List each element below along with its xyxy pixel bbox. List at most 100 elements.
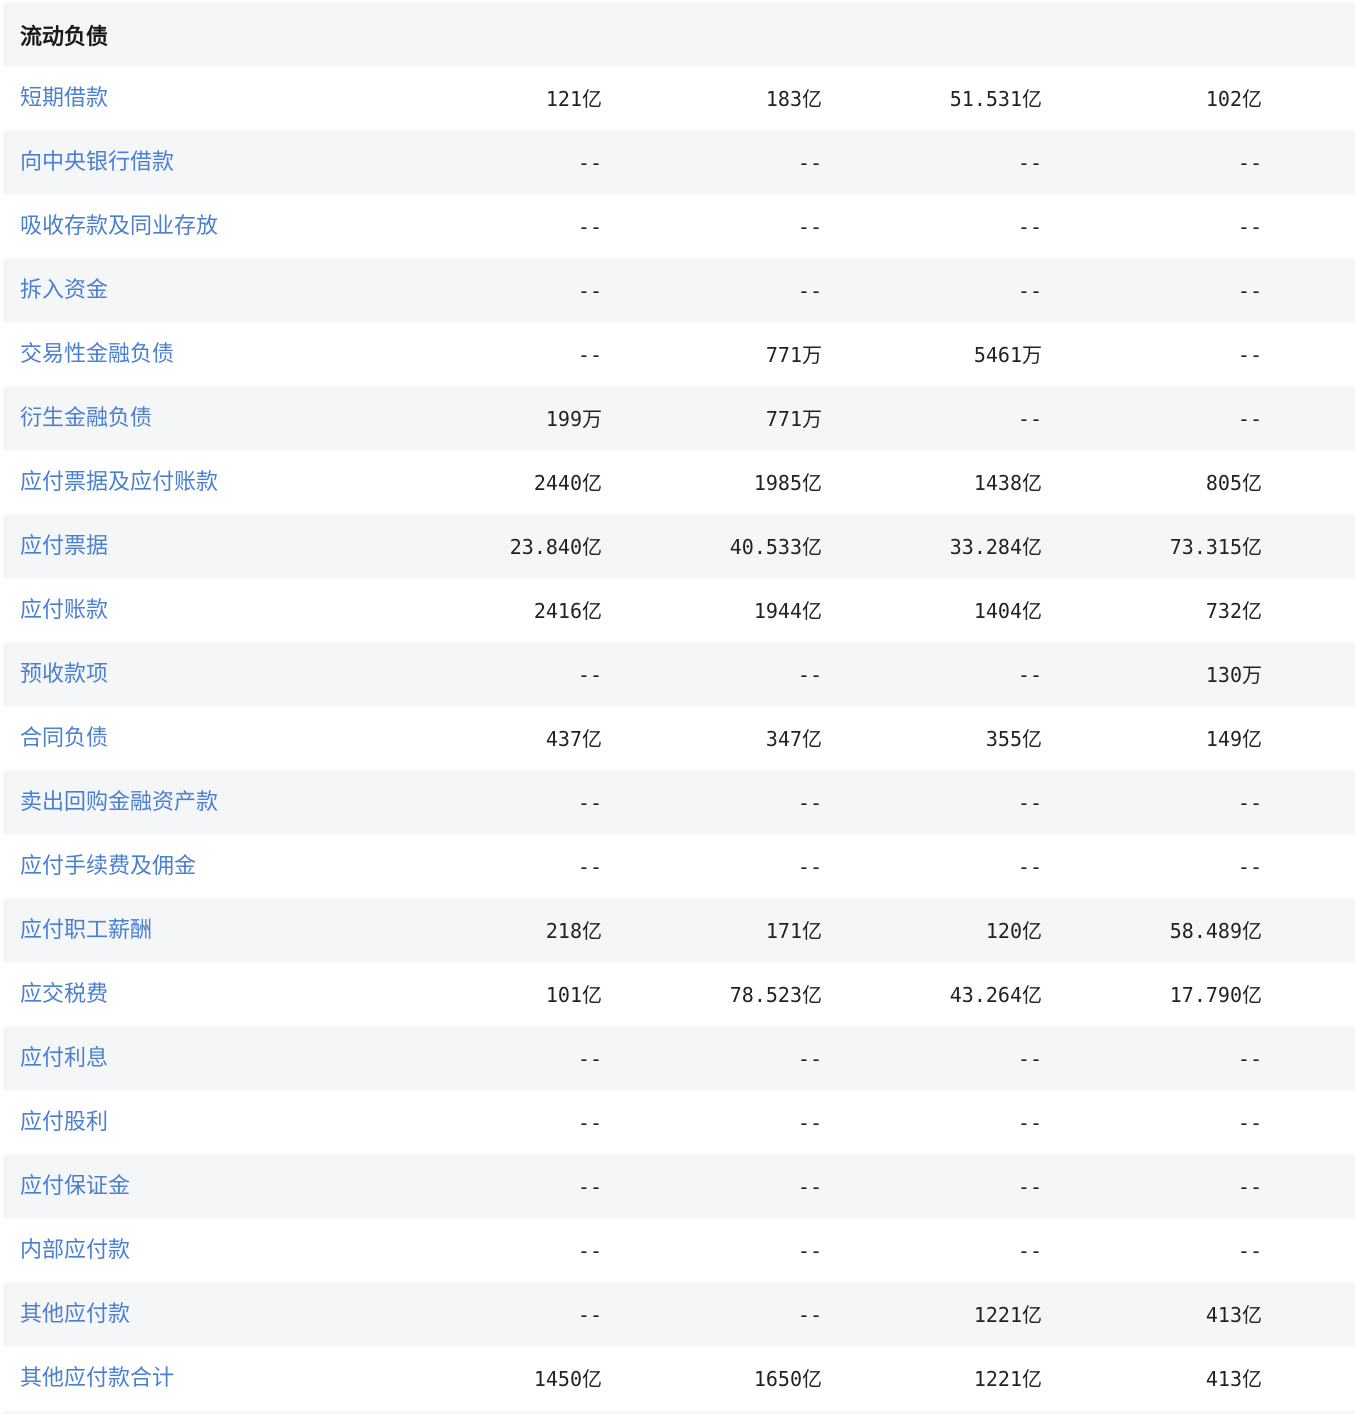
row-value-col-1: 199万: [545, 407, 602, 431]
row-label-link[interactable]: 卖出回购金融资产款: [20, 771, 218, 835]
table-row: 衍生金融负债 199万 771万 -- --: [3, 387, 1355, 451]
row-value-col-2: 347亿: [765, 727, 822, 751]
row-label-link[interactable]: 应付票据: [20, 515, 108, 579]
row-value-col-1: --: [577, 1047, 602, 1071]
row-label-link[interactable]: 衍生金融负债: [20, 387, 152, 451]
row-value-col-4: 149亿: [1205, 727, 1262, 751]
row-value-col-1: --: [577, 1239, 602, 1263]
row-value-col-1: 23.840亿: [509, 535, 602, 559]
row-label-link[interactable]: 内部应付款: [20, 1219, 130, 1283]
row-value-col-4: 73.315亿: [1169, 535, 1262, 559]
row-label-link[interactable]: 吸收存款及同业存放: [20, 195, 218, 259]
row-value-col-2: 771万: [765, 407, 822, 431]
row-value-col-2: --: [797, 791, 822, 815]
row-value-col-3: --: [1017, 215, 1042, 239]
table-row: 卖出回购金融资产款 -- -- -- --: [3, 771, 1355, 835]
row-value-col-4: 17.790亿: [1169, 983, 1262, 1007]
row-value-col-1: 101亿: [545, 983, 602, 1007]
table-row: 合同负债 437亿 347亿 355亿 149亿: [3, 707, 1355, 771]
row-value-col-4: --: [1237, 1047, 1262, 1071]
row-value-col-4: 732亿: [1205, 599, 1262, 623]
table-row: 应付职工薪酬 218亿 171亿 120亿 58.489亿: [3, 899, 1355, 963]
row-label-link[interactable]: 应付股利: [20, 1091, 108, 1155]
table-body: 短期借款 121亿 183亿 51.531亿 102亿 向中央银行借款 -- -- -- -- 吸收…: [3, 67, 1355, 1411]
row-label-link[interactable]: 应付票据及应付账款: [20, 451, 218, 515]
row-value-col-4: --: [1237, 215, 1262, 239]
row-value-col-1: --: [577, 855, 602, 879]
table-row: 应付票据 23.840亿 40.533亿 33.284亿 73.315亿: [3, 515, 1355, 579]
row-value-col-1: --: [577, 215, 602, 239]
row-value-col-4: --: [1237, 407, 1262, 431]
row-value-col-1: 218亿: [545, 919, 602, 943]
row-value-col-1: --: [577, 343, 602, 367]
table-row: 短期借款 121亿 183亿 51.531亿 102亿: [3, 67, 1355, 131]
row-value-col-4: --: [1237, 343, 1262, 367]
row-value-col-2: 183亿: [765, 87, 822, 111]
section-title: 流动负债: [20, 25, 109, 50]
row-value-col-2: --: [797, 663, 822, 687]
section-header: 流动负债: [3, 3, 1355, 67]
row-value-col-2: --: [797, 1111, 822, 1135]
row-value-col-1: --: [577, 151, 602, 175]
table-row: 应付股利 -- -- -- --: [3, 1091, 1355, 1155]
row-label-link[interactable]: 其他应付款合计: [20, 1347, 174, 1411]
row-value-col-4: --: [1237, 151, 1262, 175]
table-row: 应付保证金 -- -- -- --: [3, 1155, 1355, 1219]
table-row: 应付票据及应付账款 2440亿 1985亿 1438亿 805亿: [3, 451, 1355, 515]
row-value-col-3: 51.531亿: [949, 87, 1042, 111]
row-label-link[interactable]: 其他应付款: [20, 1283, 130, 1347]
row-value-col-1: 2440亿: [533, 471, 602, 495]
row-value-col-3: --: [1017, 279, 1042, 303]
row-value-col-4: --: [1237, 279, 1262, 303]
row-value-col-2: --: [797, 1303, 822, 1327]
row-value-col-4: 805亿: [1205, 471, 1262, 495]
row-value-col-1: 1450亿: [533, 1367, 602, 1391]
row-value-col-3: 1404亿: [973, 599, 1042, 623]
row-value-col-3: --: [1017, 855, 1042, 879]
row-value-col-3: 1221亿: [973, 1367, 1042, 1391]
row-label-link[interactable]: 应付手续费及佣金: [20, 835, 196, 899]
row-label-link[interactable]: 应付账款: [20, 579, 108, 643]
row-value-col-2: 1944亿: [753, 599, 822, 623]
table-row: 其他应付款 -- -- 1221亿 413亿: [3, 1283, 1355, 1347]
row-label-link[interactable]: 应付职工薪酬: [20, 899, 152, 963]
row-value-col-3: --: [1017, 1175, 1042, 1199]
table-row: 拆入资金 -- -- -- --: [3, 259, 1355, 323]
row-value-col-2: 40.533亿: [729, 535, 822, 559]
row-label-link[interactable]: 拆入资金: [20, 259, 108, 323]
row-value-col-4: --: [1237, 1239, 1262, 1263]
row-value-col-4: --: [1237, 1111, 1262, 1135]
table-row: 向中央银行借款 -- -- -- --: [3, 131, 1355, 195]
row-value-col-1: 121亿: [545, 87, 602, 111]
row-label-link[interactable]: 应付利息: [20, 1027, 108, 1091]
row-value-col-3: --: [1017, 407, 1042, 431]
row-value-col-4: 413亿: [1205, 1367, 1262, 1391]
table-row: 应付账款 2416亿 1944亿 1404亿 732亿: [3, 579, 1355, 643]
row-value-col-2: --: [797, 1239, 822, 1263]
row-value-col-3: 43.264亿: [949, 983, 1042, 1007]
row-label-link[interactable]: 应交税费: [20, 963, 108, 1027]
row-value-col-1: 437亿: [545, 727, 602, 751]
row-value-col-3: --: [1017, 663, 1042, 687]
row-value-col-2: 1650亿: [753, 1367, 822, 1391]
table-row: 吸收存款及同业存放 -- -- -- --: [3, 195, 1355, 259]
row-value-col-1: --: [577, 1303, 602, 1327]
row-label-link[interactable]: 短期借款: [20, 67, 108, 131]
row-value-col-4: 130万: [1205, 663, 1262, 687]
row-value-col-1: --: [577, 279, 602, 303]
row-label-link[interactable]: 向中央银行借款: [20, 131, 174, 195]
row-value-col-2: 1985亿: [753, 471, 822, 495]
row-value-col-1: --: [577, 1111, 602, 1135]
balance-sheet-table: 流动负债 短期借款 121亿 183亿 51.531亿 102亿 向中央银行借款 -- -- -…: [3, 3, 1355, 1414]
row-value-col-4: --: [1237, 791, 1262, 815]
row-label-link[interactable]: 交易性金融负债: [20, 323, 174, 387]
table-row: 应交税费 101亿 78.523亿 43.264亿 17.790亿: [3, 963, 1355, 1027]
row-value-col-3: 355亿: [985, 727, 1042, 751]
row-label-link[interactable]: 预收款项: [20, 643, 108, 707]
table-row: 应付利息 -- -- -- --: [3, 1027, 1355, 1091]
row-value-col-2: --: [797, 215, 822, 239]
row-value-col-2: --: [797, 1175, 822, 1199]
row-label-link[interactable]: 合同负债: [20, 707, 108, 771]
row-value-col-4: 413亿: [1205, 1303, 1262, 1327]
row-label-link[interactable]: 应付保证金: [20, 1155, 130, 1219]
